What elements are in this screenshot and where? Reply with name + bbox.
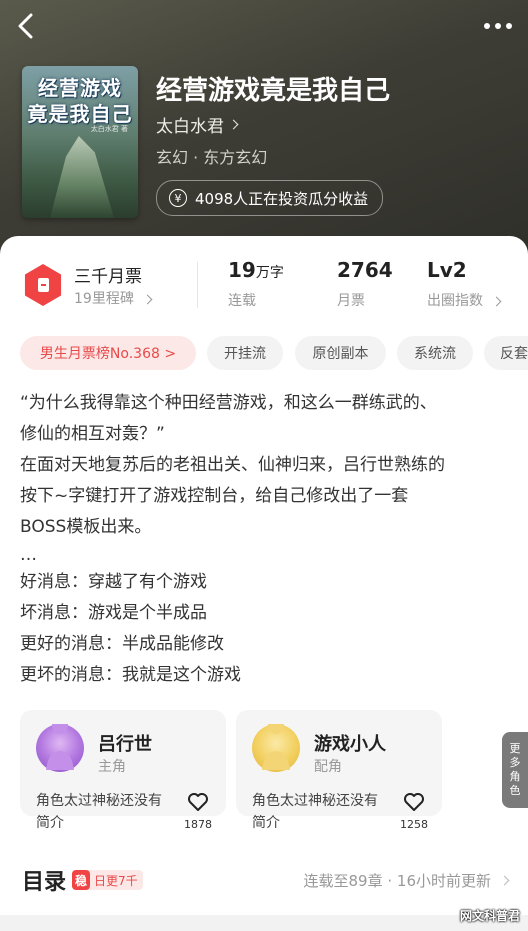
ticket-milestone: 19里程碑 [74, 291, 134, 307]
book-cover[interactable]: 经营游戏 竟是我自己 太白水君 著 [22, 66, 138, 218]
monthly-votes: 2764 [337, 258, 393, 282]
ticket-milestone-link[interactable]: 19里程碑 [74, 288, 153, 308]
update-badge-text: 日更7千 [94, 873, 138, 888]
description-line: “为什么我得靠这个种田经营游戏，和这么一群练武的、 [20, 393, 437, 413]
toc-info: 连载至89章 · 16小时前更新 [303, 870, 510, 891]
more-characters-label: 更多角色 [509, 742, 521, 797]
back-button[interactable] [10, 10, 42, 42]
chevron-left-icon [18, 13, 33, 39]
level-value: Lv2 [427, 258, 467, 282]
update-badge: 稳 日更7千 [72, 870, 143, 890]
toc-status: 连载至89章 · 16小时前更新 [303, 872, 491, 890]
level-label: 出圈指数 [427, 293, 483, 309]
description-line: 坏消息：游戏是个半成品 [20, 603, 207, 623]
tag-item[interactable]: 原创副本 [295, 336, 386, 370]
author-name: 太白水君 [156, 117, 224, 137]
monthly-votes-label: 月票 [337, 293, 365, 309]
chevron-right-icon [492, 296, 502, 307]
word-count: 19万字 [228, 258, 284, 282]
watermark: 网文科普君 [459, 909, 520, 923]
update-badge-icon: 稳 [72, 870, 90, 890]
level-link[interactable]: 出圈指数 [427, 290, 502, 310]
description-line: BOSS模板出来。 [20, 517, 152, 537]
tag-item[interactable]: 系统流 [397, 336, 473, 370]
tag-list: 男生月票榜No.368 > 开挂流 原创副本 系统流 反套路 [0, 336, 528, 372]
invest-text: 4098人正在投资瓜分收益 [195, 189, 369, 208]
cover-title-line1: 经营游戏 [38, 76, 122, 100]
yen-icon: ¥ [169, 189, 187, 207]
tag-item[interactable]: 反套路 [484, 336, 528, 370]
character-card[interactable]: 游戏小人 配角 角色太过神秘还没有简介 1258 [236, 710, 442, 831]
cover-title-line2: 竟是我自己 [27, 102, 133, 126]
like-count: 1258 [400, 818, 428, 831]
description-line: … [20, 545, 37, 565]
book-title: 经营游戏竟是我自己 [156, 76, 391, 106]
character-avatar [36, 716, 84, 772]
author-link[interactable]: 太白水君 [156, 112, 239, 137]
character-avatar [252, 716, 300, 772]
character-role: 配角 [314, 759, 342, 775]
word-count-unit: 万字 [255, 265, 284, 281]
description-line: 修仙的相互对轰？” [20, 424, 165, 444]
character-role: 主角 [98, 759, 126, 775]
cover-author: 太白水君 著 [90, 125, 128, 133]
more-dots-icon [484, 23, 512, 29]
toc-title: 目录 [22, 870, 67, 895]
character-card[interactable]: 吕行世 主角 角色太过神秘还没有简介 1878 [20, 710, 226, 831]
word-count-label: 连载 [228, 293, 256, 309]
heart-icon[interactable] [186, 790, 210, 814]
book-detail-card: 三千月票 19里程碑 19万字 连载 2764 月票 Lv2 出圈指数 男生月票… [0, 236, 528, 931]
tag-item[interactable]: 开挂流 [207, 336, 283, 370]
ticket-title: 三千月票 [74, 267, 142, 287]
chevron-right-icon [499, 875, 510, 886]
stats-row: 三千月票 19里程碑 19万字 连载 2764 月票 Lv2 出圈指数 [0, 258, 528, 318]
description-line: 好消息：穿越了有个游戏 [20, 572, 207, 592]
monthly-votes-value: 2764 [337, 258, 393, 282]
chevron-right-icon [228, 119, 239, 130]
genre-label: 玄幻 · 东方玄幻 [156, 148, 268, 167]
description-line: 更好的消息：半成品能修改 [20, 634, 224, 654]
more-options-button[interactable] [478, 10, 518, 42]
book-description: “为什么我得靠这个种田经营游戏，和这么一群练武的、 修仙的相互对轰？” 在面对天… [20, 388, 510, 691]
monthly-ticket-icon [24, 264, 62, 306]
more-characters-button[interactable]: 更多角色 [502, 732, 528, 808]
book-header: 经营游戏 竟是我自己 太白水君 著 经营游戏竟是我自己 太白水君 玄幻 · 东方… [0, 0, 528, 260]
invest-button[interactable]: ¥ 4098人正在投资瓜分收益 [156, 180, 384, 216]
top-bar [0, 0, 528, 52]
like-count: 1878 [184, 818, 212, 831]
cover-artwork [50, 136, 114, 218]
tag-ranking[interactable]: 男生月票榜No.368 > [20, 336, 196, 370]
character-description: 角色太过神秘还没有简介 [36, 793, 162, 831]
divider [197, 262, 198, 308]
description-line: 在面对天地复苏后的老祖出关、仙神归来，吕行世熟练的 [20, 455, 445, 475]
heart-icon[interactable] [402, 790, 426, 814]
table-of-contents-row[interactable]: 目录 稳 日更7千 连载至89章 · 16小时前更新 [0, 864, 528, 898]
description-line: 更坏的消息：我就是这个游戏 [20, 665, 241, 685]
character-list: 吕行世 主角 角色太过神秘还没有简介 1878 游戏小人 配角 角色太过神秘还没… [20, 710, 528, 831]
character-name: 吕行世 [98, 734, 152, 755]
bottom-divider [0, 915, 528, 931]
word-count-value: 19 [228, 258, 256, 282]
description-line: 按下~字键打开了游戏控制台，给自己修改出了一套 [20, 486, 409, 506]
character-description: 角色太过神秘还没有简介 [252, 793, 378, 831]
chevron-right-icon [142, 294, 153, 305]
level: Lv2 [427, 258, 467, 282]
character-name: 游戏小人 [314, 734, 386, 755]
